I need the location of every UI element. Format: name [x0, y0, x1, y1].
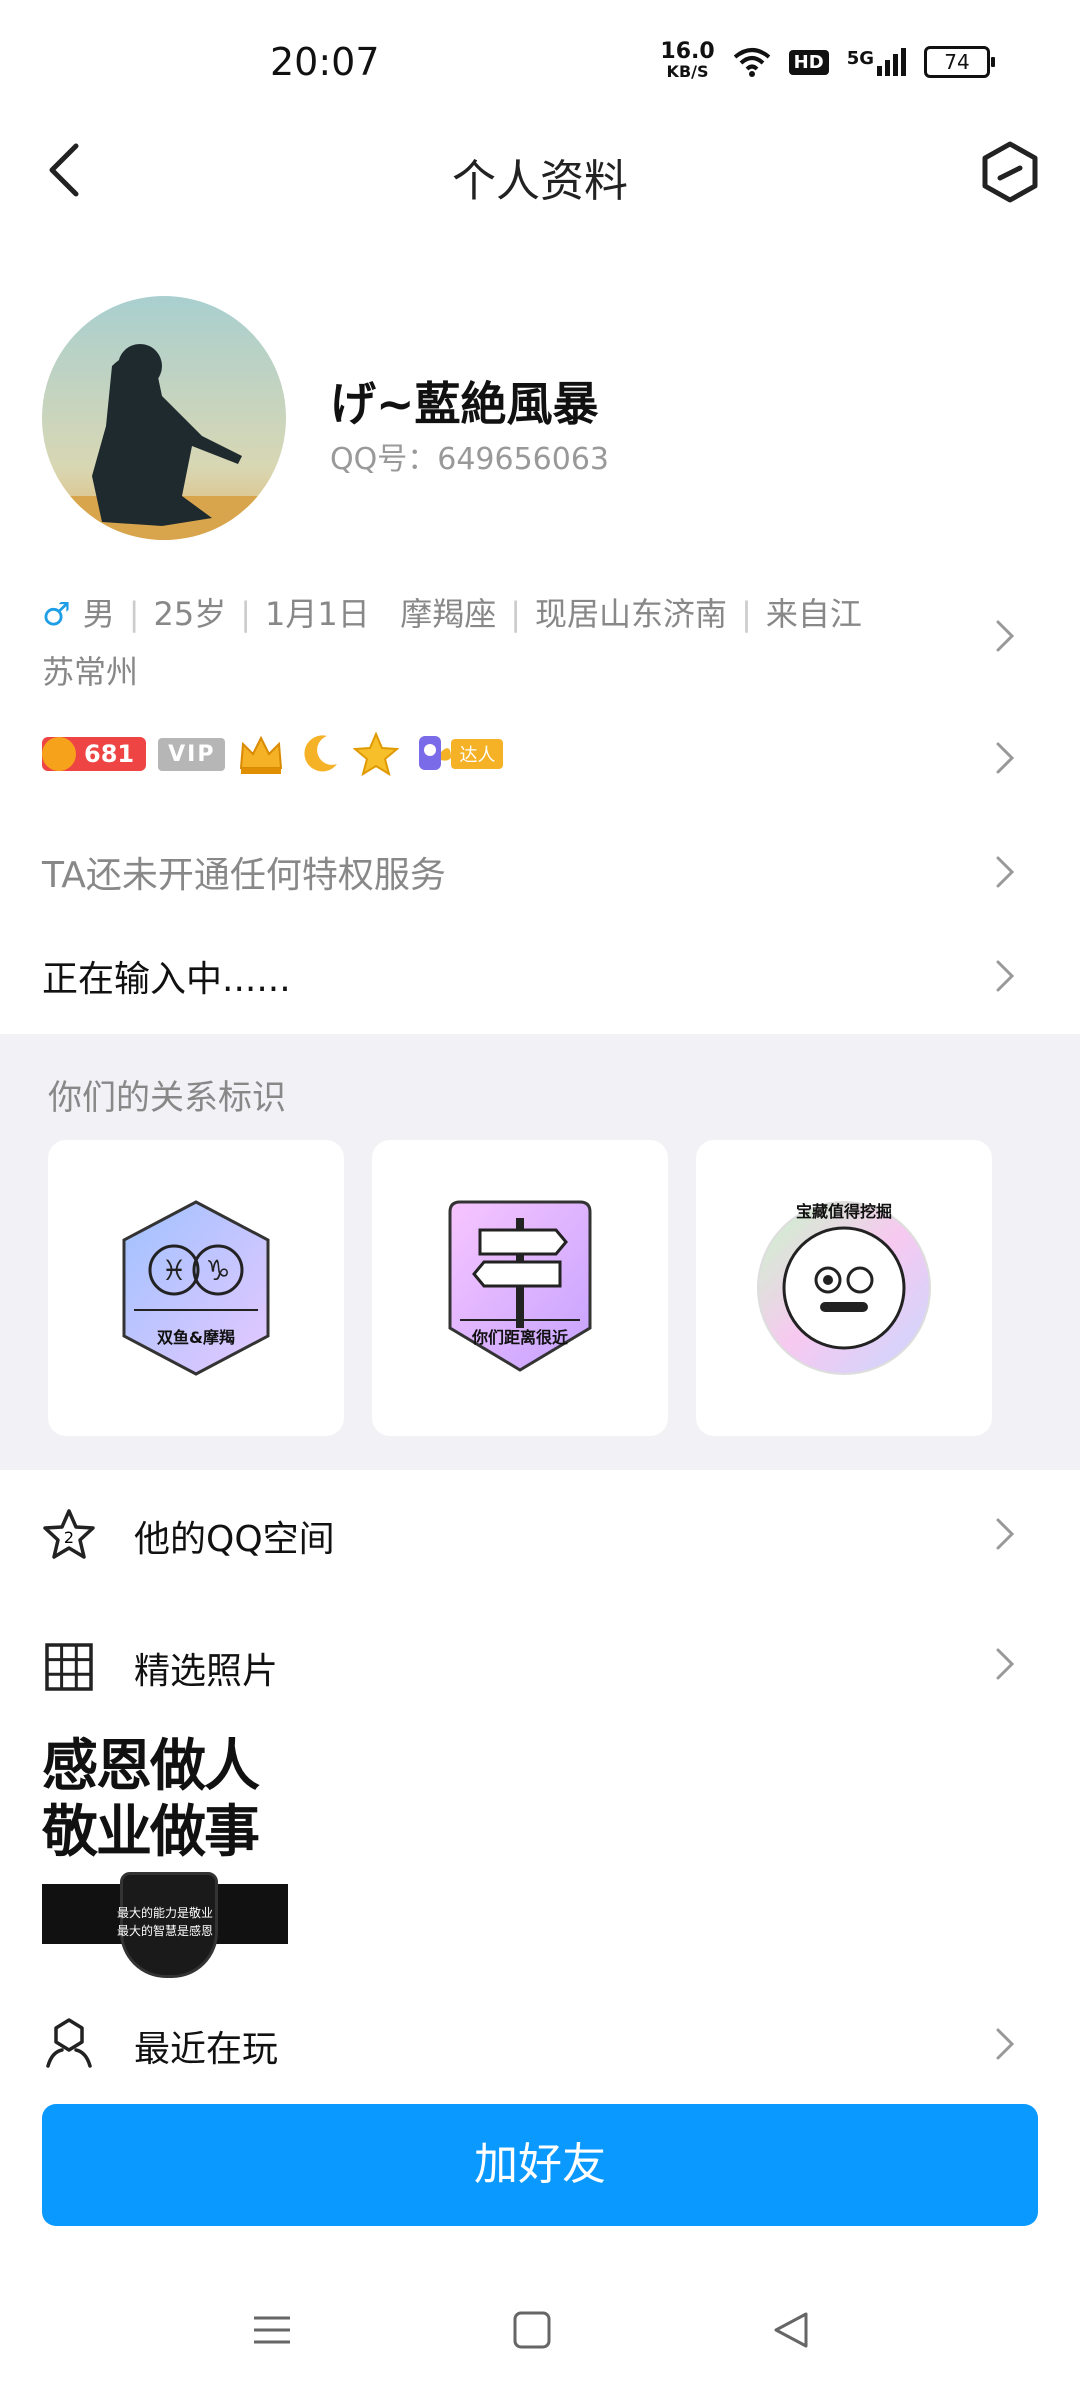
age: 25岁 — [153, 595, 227, 633]
zodiac: 摩羯座 — [400, 595, 497, 633]
moon-icon — [304, 735, 338, 772]
badge-row[interactable]: 681 VIP 达人 — [42, 732, 504, 776]
grid-icon — [42, 1640, 96, 1694]
level-badge: 681 — [42, 737, 147, 771]
speed-unit: KB/S — [666, 62, 709, 81]
zodiac-badge-icon: ♓ ♑ — [122, 1200, 270, 1376]
location: 现居山东济南 — [535, 595, 728, 633]
svg-text:♑: ♑ — [205, 1254, 230, 1287]
menu-icon — [254, 2316, 290, 2344]
privilege-row[interactable]: TA还未开通任何特权服务 — [42, 846, 446, 898]
hd-badge: HD — [788, 49, 829, 75]
menu-nav-button[interactable] — [252, 2310, 292, 2354]
level-value: 681 — [84, 740, 135, 768]
chevron-right-icon[interactable] — [994, 958, 1016, 994]
status-time: 20:07 — [270, 40, 380, 84]
signature-row[interactable]: 正在输入中...... — [42, 950, 291, 1002]
featured-photo[interactable]: 感恩做人 敬业做事 最大的能力是敬业 最大的智慧是感恩 — [42, 1734, 288, 1980]
star-icon — [353, 732, 400, 776]
signal-icon: 5G — [847, 48, 906, 76]
qq-number: QQ号：649656063 — [330, 442, 610, 477]
chevron-right-icon[interactable] — [994, 1516, 1016, 1552]
chevron-right-icon[interactable] — [994, 618, 1016, 654]
network-speed: 16.0 KB/S — [660, 39, 715, 82]
relation-title: 你们的关系标识 — [48, 1078, 286, 1118]
gender: 男 — [82, 595, 115, 633]
smiley-badge-icon — [757, 1201, 931, 1375]
playing-row[interactable]: 最近在玩 — [134, 2020, 278, 2072]
chevron-right-icon[interactable] — [994, 740, 1016, 776]
nickname: げ~藍絶風暴 — [330, 377, 599, 431]
square-icon — [513, 2311, 551, 2349]
relation-card-label: 双鱼&摩羯 — [157, 1328, 235, 1347]
sun-icon — [42, 737, 76, 771]
hexagon-menu-icon — [982, 141, 1038, 203]
home-nav-button[interactable] — [512, 2310, 552, 2354]
relation-card-label: 宝藏值得挖掘 — [795, 1202, 892, 1221]
more-button[interactable] — [980, 140, 1040, 204]
basic-info[interactable]: ♂ 男 | 25岁 | 1月1日 摩羯座 | 现居山东济南 | 来自江 苏常州 — [42, 585, 922, 701]
signpost-badge-icon — [448, 1200, 592, 1372]
add-friend-button[interactable]: 加好友 — [42, 2104, 1038, 2226]
status-icons: 16.0 KB/S HD 5G 74 — [660, 39, 995, 82]
daren-badge: 达人 — [411, 732, 504, 776]
triangle-back-icon — [774, 2312, 808, 2348]
relation-card-zodiac[interactable]: ♓ ♑ 双鱼&摩羯 — [48, 1140, 344, 1436]
vip-badge: VIP — [158, 737, 226, 771]
photo-text-line2: 敬业做事 — [42, 1800, 260, 1865]
photo-text-line1: 感恩做人 — [42, 1734, 260, 1799]
hometown-line2: 苏常州 — [42, 653, 139, 691]
network-type: 5G — [846, 48, 874, 69]
male-icon: ♂ — [42, 595, 71, 633]
photo-small-line1: 最大的能力是敬业 — [116, 1906, 213, 1920]
chevron-right-icon[interactable] — [994, 1646, 1016, 1682]
chevron-right-icon[interactable] — [994, 854, 1016, 890]
avatar-image — [42, 296, 286, 540]
hometown-line1: 来自江 — [765, 595, 862, 633]
qzone-row[interactable]: 他的QQ空间 — [134, 1510, 335, 1562]
daren-label: 达人 — [451, 739, 504, 769]
birthday: 1月1日 — [265, 595, 370, 633]
wifi-icon — [733, 48, 770, 77]
relation-card-distance[interactable]: 你们距离很近 — [372, 1140, 668, 1436]
battery-level: 74 — [944, 50, 970, 74]
svg-text:♓: ♓ — [161, 1254, 186, 1287]
relation-card-label: 你们距离很近 — [471, 1328, 568, 1347]
photo-small-line2: 最大的智慧是感恩 — [116, 1924, 213, 1938]
photos-row[interactable]: 精选照片 — [134, 1642, 278, 1694]
back-nav-button[interactable] — [770, 2310, 810, 2354]
crown-icon — [240, 735, 283, 774]
wing-icon — [419, 736, 452, 770]
speed-value: 16.0 — [660, 39, 715, 64]
battery-icon: 74 — [924, 46, 995, 78]
page-title: 个人资料 — [452, 156, 628, 207]
chevron-right-icon[interactable] — [994, 2026, 1016, 2062]
svg-text:2: 2 — [64, 1528, 74, 1547]
qzone-star-icon: 2 — [42, 1508, 96, 1562]
game-avatar-icon — [42, 2016, 96, 2070]
avatar[interactable] — [42, 296, 286, 540]
relation-card-treasure[interactable]: 宝藏值得挖掘 — [696, 1140, 992, 1436]
